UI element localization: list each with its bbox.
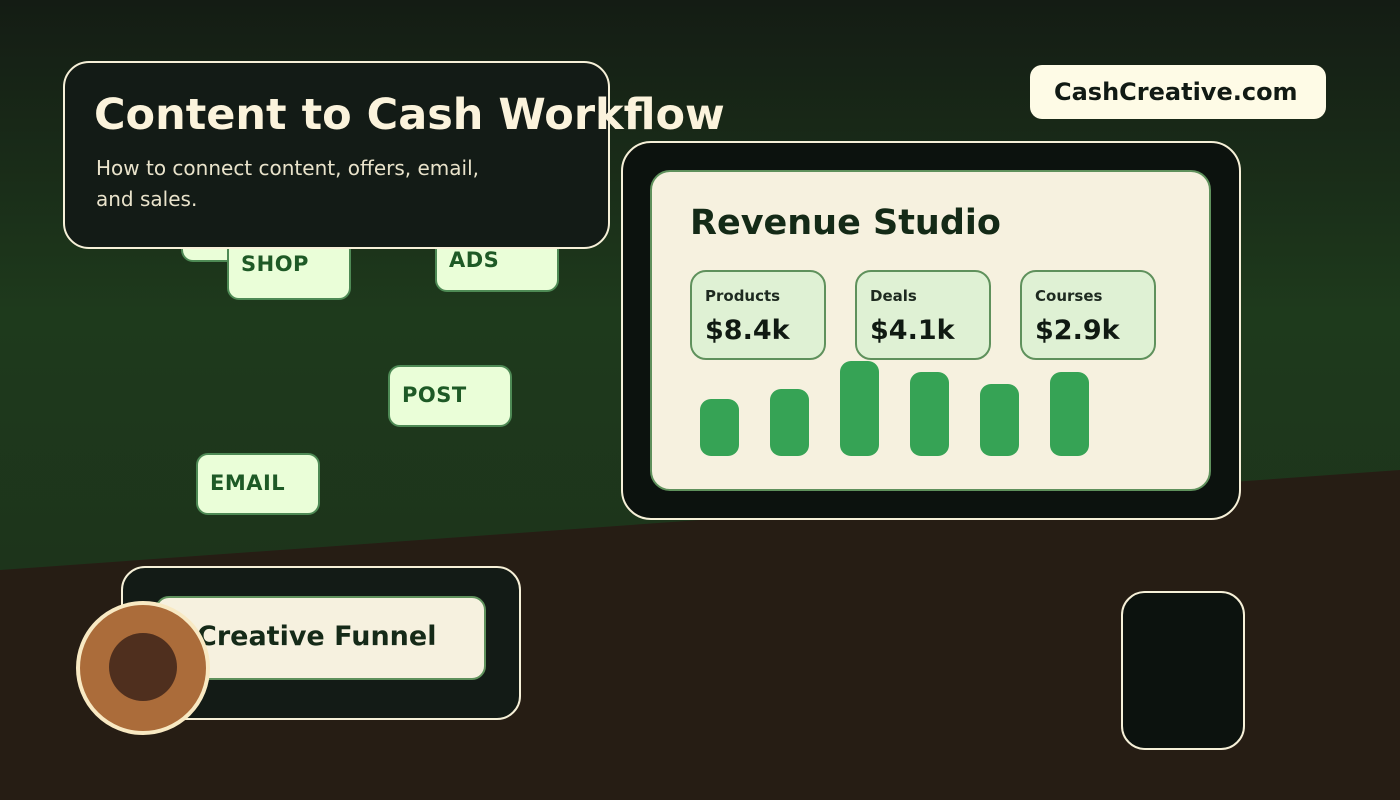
metric-value: $8.4k — [705, 315, 790, 346]
studio-title: Revenue Studio — [690, 203, 1001, 243]
page-subtitle: How to connect content, offers, email, a… — [96, 156, 479, 211]
chip-email[interactable]: EMAIL — [196, 453, 320, 515]
metric-label: Courses — [1035, 287, 1103, 305]
chip-post-label: POST — [402, 383, 467, 407]
metric-value: $4.1k — [870, 315, 955, 346]
metric-value: $2.9k — [1035, 315, 1120, 346]
revenue-bar — [1050, 372, 1089, 456]
metric-label: Deals — [870, 287, 917, 305]
revenue-bar — [840, 361, 879, 456]
metric-label: Products — [705, 287, 781, 305]
metric-card-courses[interactable]: Courses $2.9k — [1020, 270, 1156, 360]
avatar-icon — [76, 601, 210, 735]
revenue-bar — [980, 384, 1019, 456]
brand-badge[interactable]: CashCreative.com — [1030, 65, 1326, 119]
chip-shop-label: SHOP — [241, 252, 309, 276]
revenue-bar — [770, 389, 809, 456]
page-title: Content to Cash Workflow — [94, 90, 725, 140]
chip-post[interactable]: POST — [388, 365, 512, 427]
brand-label: CashCreative.com — [1054, 78, 1298, 106]
revenue-bar — [700, 399, 739, 456]
revenue-bar — [910, 372, 949, 456]
chip-ads-label: ADS — [449, 248, 500, 272]
chip-email-label: EMAIL — [210, 471, 286, 495]
device-icon — [1121, 591, 1245, 750]
avatar-center — [109, 633, 177, 701]
metric-card-deals[interactable]: Deals $4.1k — [855, 270, 991, 360]
metric-card-products[interactable]: Products $8.4k — [690, 270, 826, 360]
funnel-label: Creative Funnel — [197, 621, 437, 652]
